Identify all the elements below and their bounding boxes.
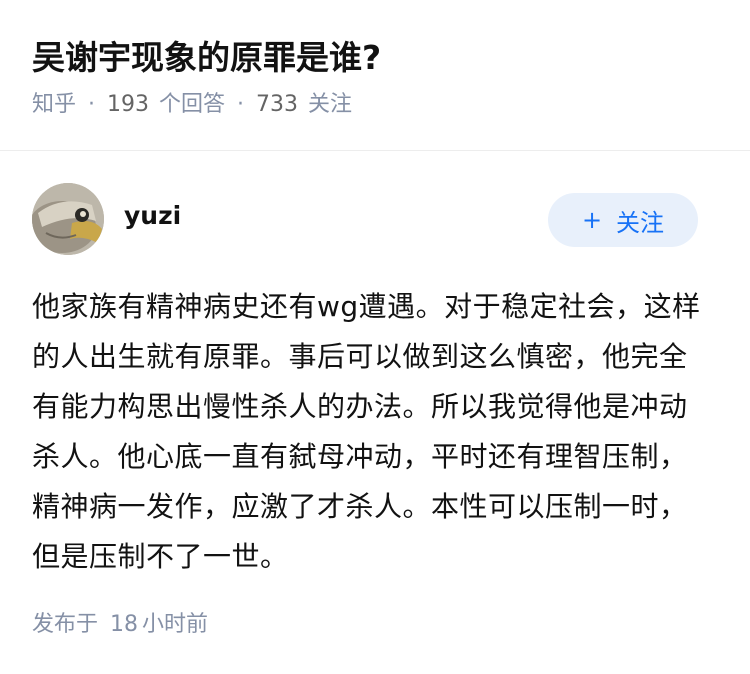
follow-button[interactable]: + 关注 (548, 193, 698, 247)
post-time-unit: 小时前 (142, 612, 209, 637)
follow-label: 关注 (616, 208, 665, 237)
divider (0, 150, 750, 151)
author-row: yuzi + 关注 (32, 183, 718, 257)
question-header: 吴谢宇现象的原罪是谁? 知乎 · 193 个回答 · 733 关注 (0, 0, 750, 117)
source-label[interactable]: 知乎 (32, 90, 76, 120)
plus-icon: + (581, 206, 603, 234)
post-time-prefix: 发布于 (32, 612, 99, 637)
question-title[interactable]: 吴谢宇现象的原罪是谁? (32, 36, 718, 80)
question-meta: 知乎 · 193 个回答 · 733 关注 (32, 90, 718, 120)
post-time: 发布于 18 小时前 (32, 606, 208, 638)
fish-avatar-icon[interactable] (32, 183, 104, 255)
meta-separator: · (237, 92, 245, 117)
followers-count: 733 (256, 92, 299, 117)
author-name[interactable]: yuzi (124, 201, 181, 230)
post-time-value: 18 (110, 612, 139, 637)
meta-separator: · (88, 92, 96, 117)
followers-label[interactable]: 关注 (308, 90, 352, 120)
answers-label[interactable]: 个回答 (159, 90, 225, 120)
answers-count: 193 (107, 92, 150, 117)
answer-content: 他家族有精神病史还有wg遭遇。对于稳定社会，这样的人出生就有原罪。事后可以做到这… (32, 290, 701, 573)
